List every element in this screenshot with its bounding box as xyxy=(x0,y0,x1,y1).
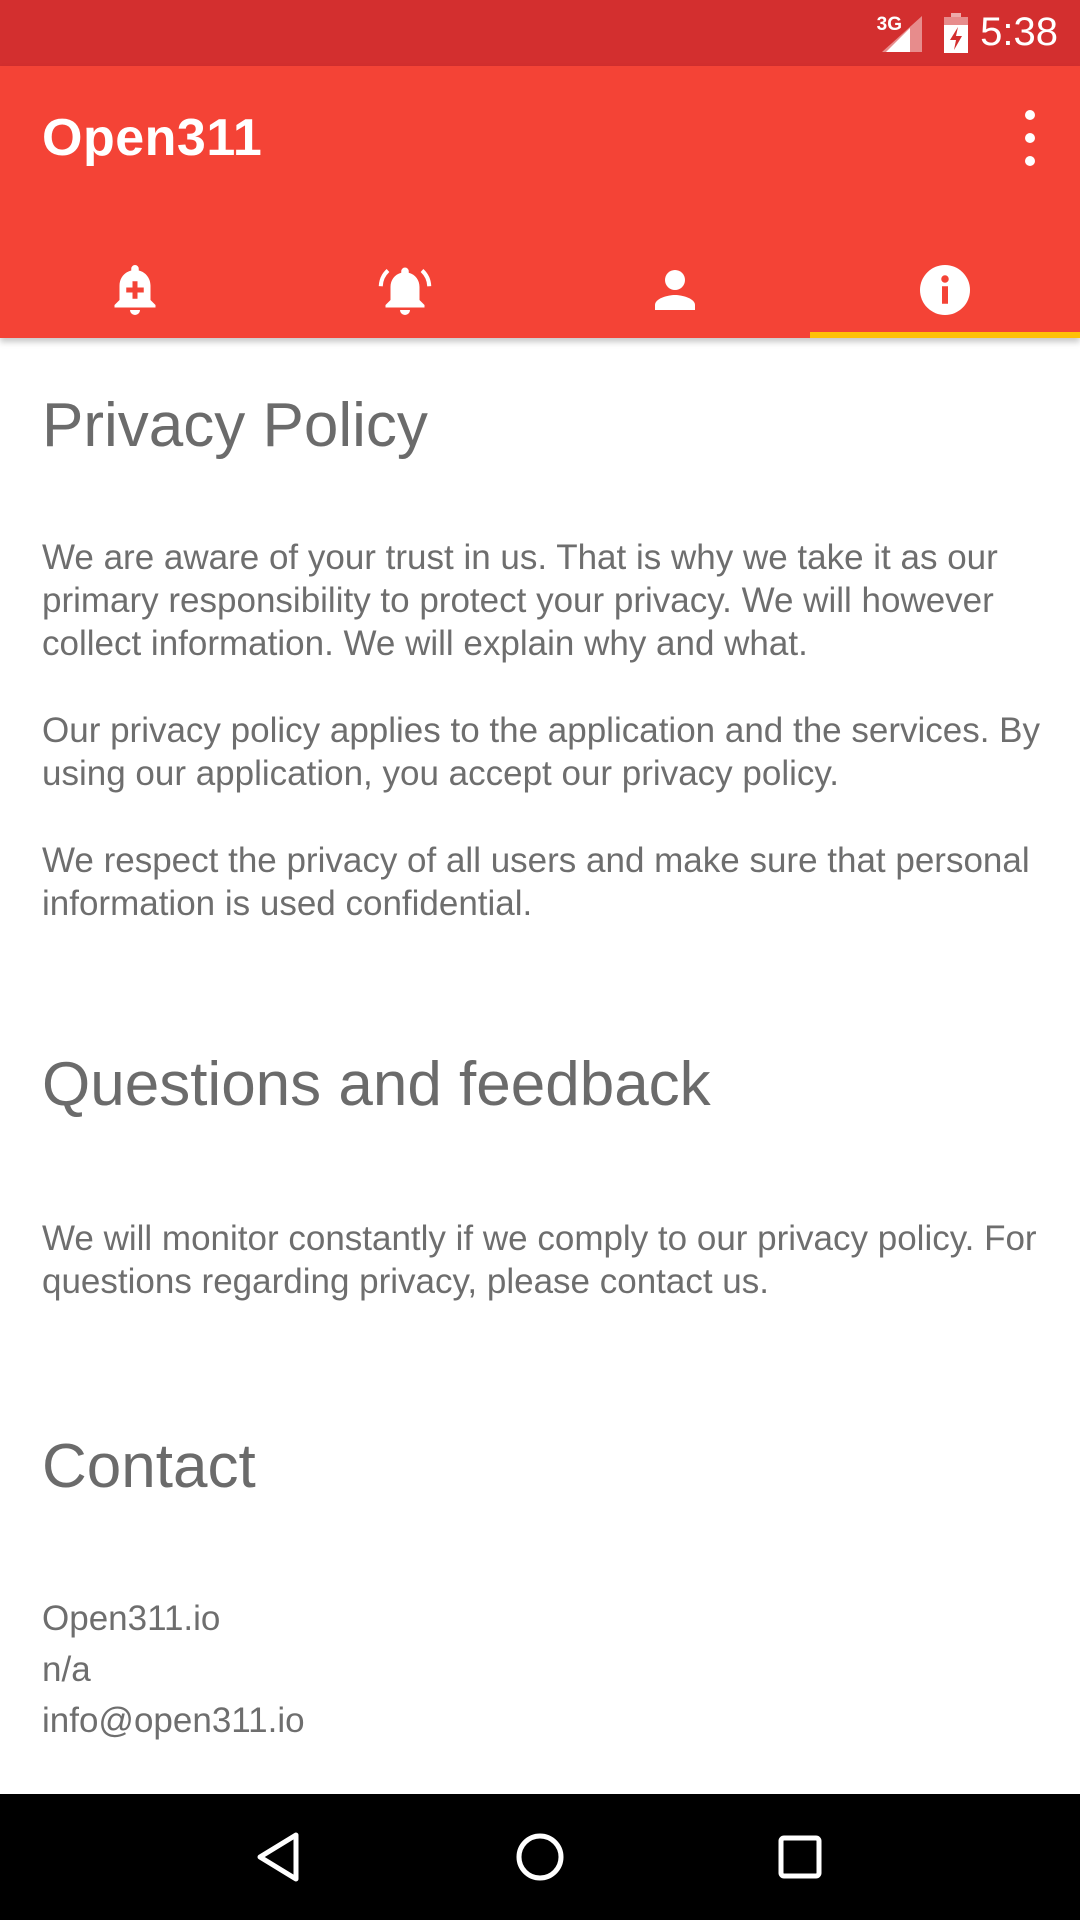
notifications-active-icon xyxy=(378,267,432,315)
recents-icon xyxy=(778,1835,822,1879)
back-icon xyxy=(257,1832,299,1882)
signal-icon xyxy=(882,16,922,52)
info-icon xyxy=(920,265,970,315)
privacy-paragraph-3: We respect the privacy of all users and … xyxy=(42,841,1030,923)
contact-heading: Contact xyxy=(42,1432,256,1501)
privacy-paragraph-1: We are aware of your trust in us. That i… xyxy=(42,538,998,663)
system-nav-bar xyxy=(0,1794,1080,1920)
app-title: Open311 xyxy=(42,109,263,167)
privacy-policy-heading: Privacy Policy xyxy=(42,391,428,460)
contact-email[interactable]: info@open311.io xyxy=(42,1695,1042,1746)
home-icon xyxy=(516,1833,564,1881)
app-bar: Open311 xyxy=(0,66,1080,338)
person-icon xyxy=(655,270,695,310)
contact-address: n/a xyxy=(42,1650,91,1689)
tab-bar xyxy=(0,242,1080,338)
tab-new-report[interactable] xyxy=(0,242,270,338)
tab-info[interactable] xyxy=(810,242,1080,338)
back-button[interactable] xyxy=(240,1817,320,1897)
questions-paragraph: We will monitor constantly if we comply … xyxy=(42,1219,1037,1301)
privacy-paragraph-2: Our privacy policy applies to the applic… xyxy=(42,711,1041,793)
more-vert-icon[interactable] xyxy=(1010,110,1050,166)
recents-button[interactable] xyxy=(760,1817,840,1897)
questions-heading: Questions and feedback xyxy=(42,1050,711,1119)
privacy-content[interactable]: Privacy Policy We are aware of your trus… xyxy=(42,338,1042,1794)
contact-details: Open311.io n/a info@open311.io xyxy=(42,1593,1042,1746)
tab-alerts[interactable] xyxy=(270,242,540,338)
clock-time: 5:38 xyxy=(980,10,1058,54)
battery-charging-icon xyxy=(944,13,968,53)
tab-profile[interactable] xyxy=(540,242,810,338)
contact-name: Open311.io xyxy=(42,1599,221,1638)
home-button[interactable] xyxy=(500,1817,580,1897)
status-bar: 3G 5:38 xyxy=(0,0,1080,66)
add-alert-icon xyxy=(114,265,156,315)
